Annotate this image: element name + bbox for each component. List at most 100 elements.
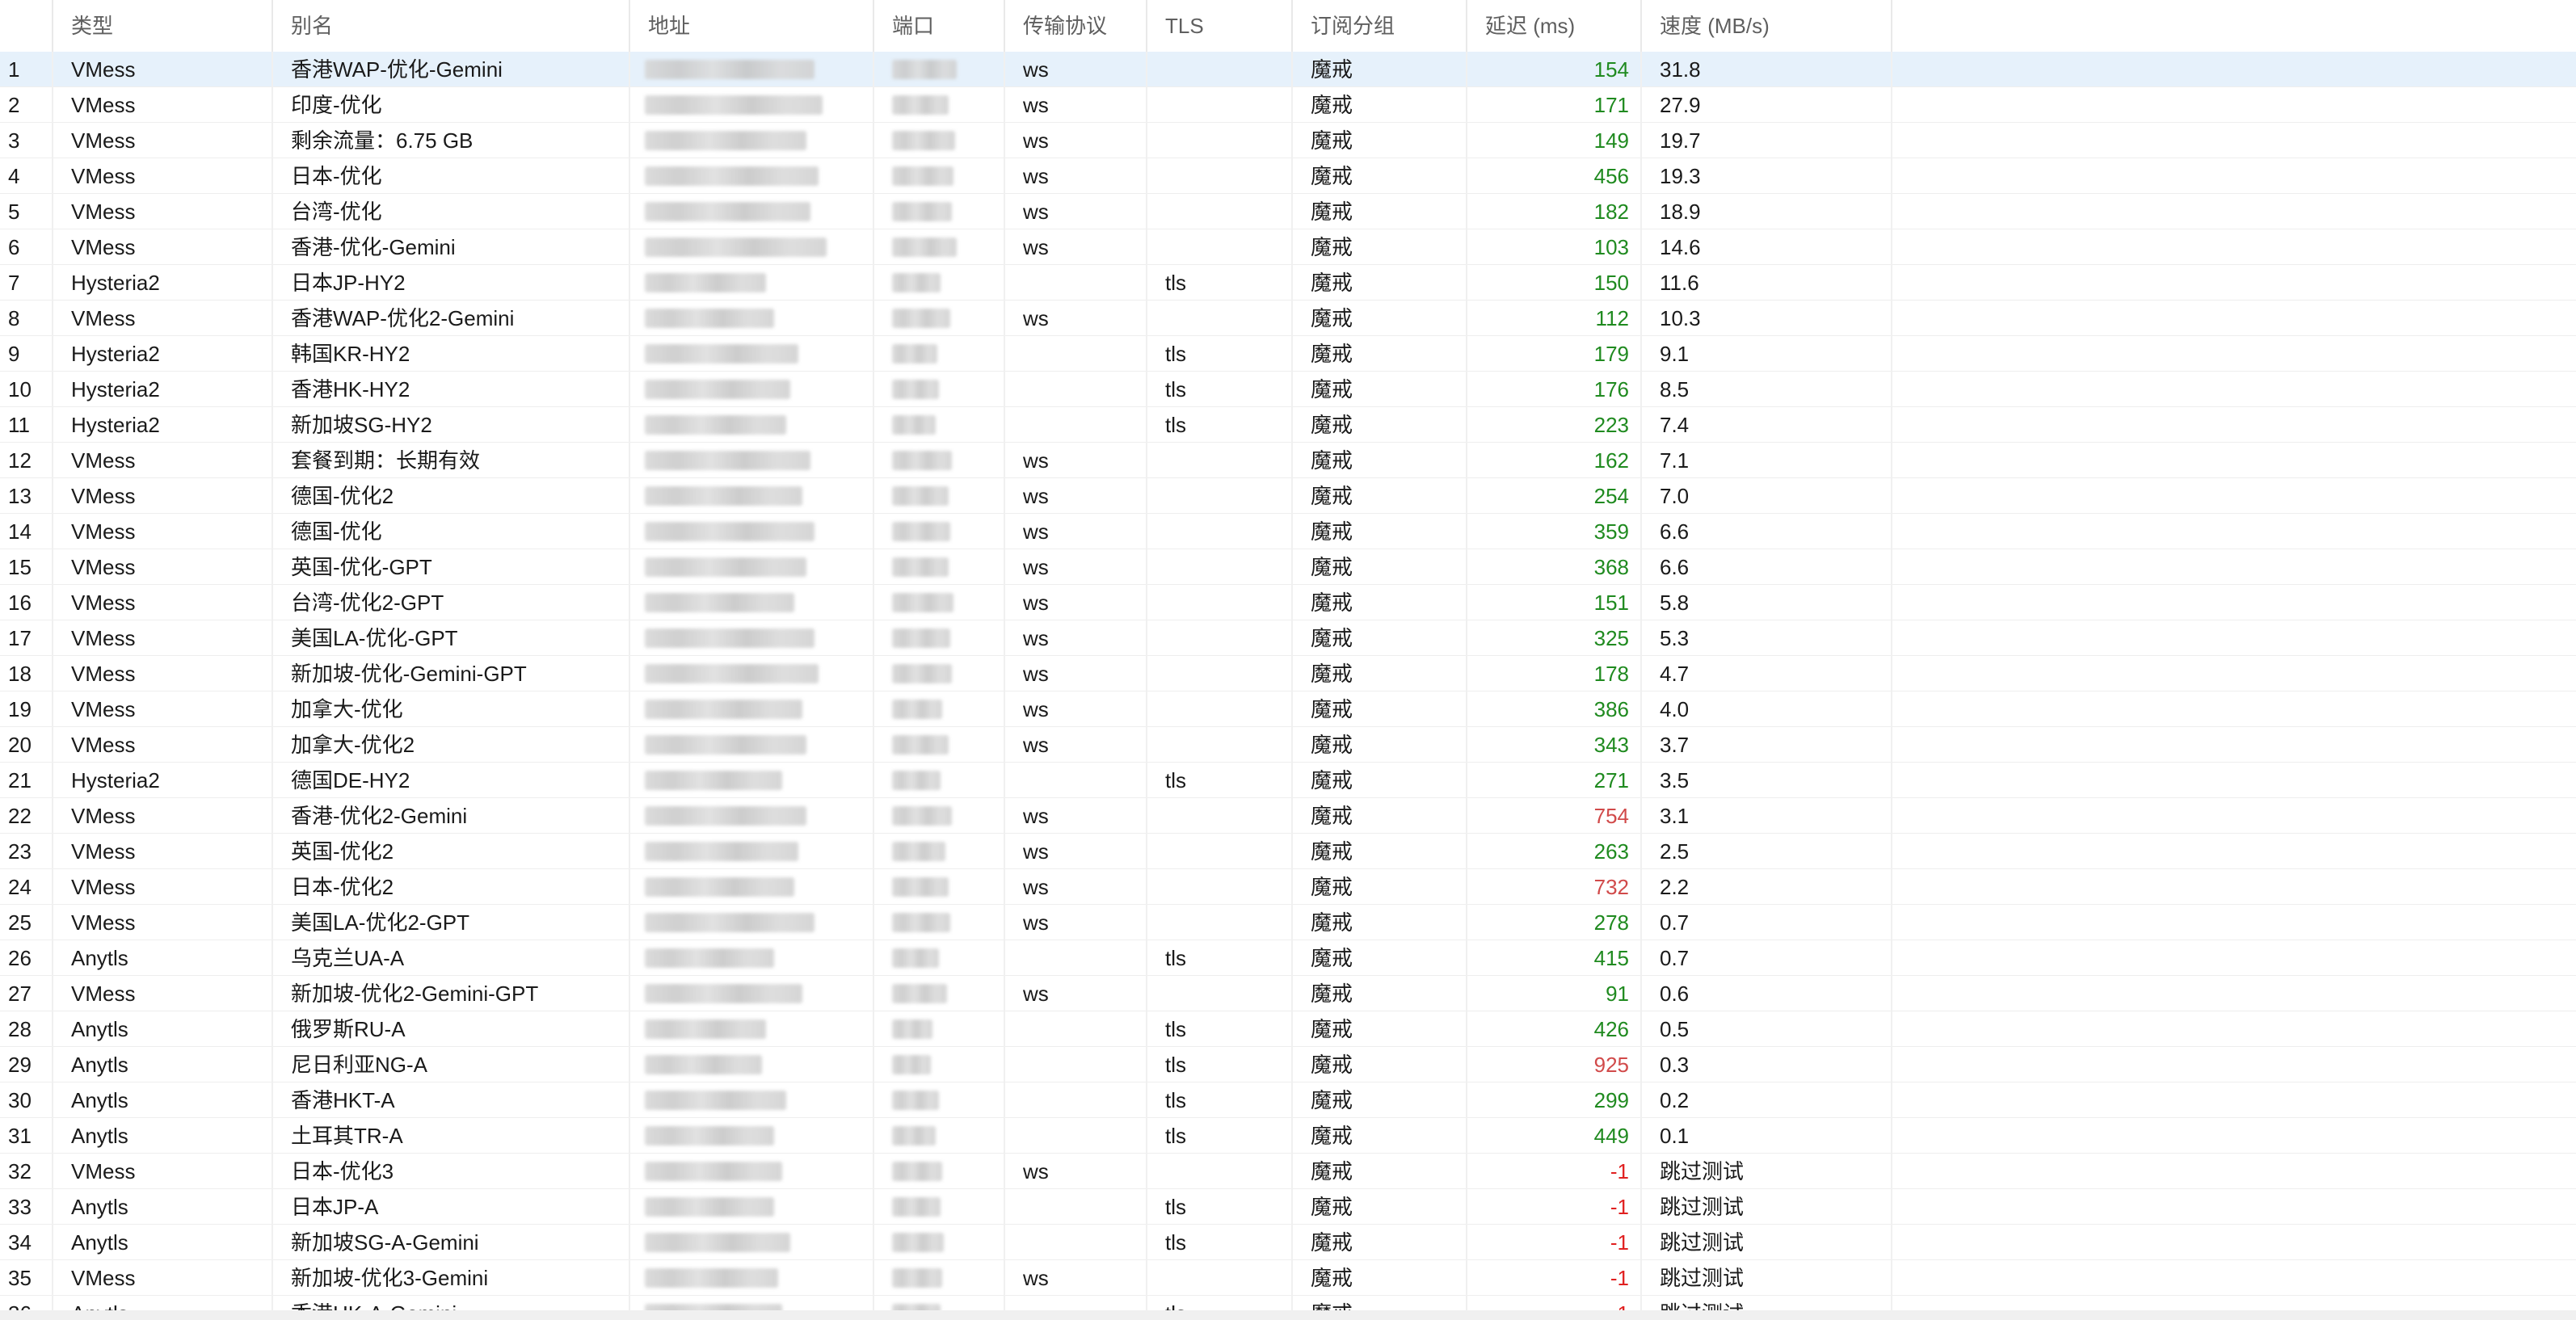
column-header-speed[interactable]: 速度 (MB/s) [1642,0,1892,52]
table-row[interactable]: 2 VMess 印度-优化 ws 魔戒 171 27.9 [0,87,2576,123]
cell-index: 9 [0,336,53,372]
redacted-port [892,628,950,648]
table-row[interactable]: 14 VMess 德国-优化 ws 魔戒 359 6.6 [0,514,2576,549]
table-row[interactable]: 31 Anytls 土耳其TR-A tls 魔戒 449 0.1 [0,1118,2576,1154]
cell-address [630,87,874,123]
cell-latency: 112 [1467,301,1642,336]
redacted-address [645,984,802,1003]
cell-type: VMess [53,1154,273,1189]
cell-speed: 4.0 [1642,692,1892,727]
column-header-type[interactable]: 类型 [53,0,273,52]
redacted-port [892,522,950,541]
cell-tls [1147,443,1293,478]
cell-speed: 9.1 [1642,336,1892,372]
cell-index: 21 [0,763,53,798]
cell-latency: 343 [1467,727,1642,763]
row-filler [1892,727,2576,763]
table-row[interactable]: 18 VMess 新加坡-优化-Gemini-GPT ws 魔戒 178 4.7 [0,656,2576,692]
table-row[interactable]: 28 Anytls 俄罗斯RU-A tls 魔戒 426 0.5 [0,1011,2576,1047]
cell-alias: 日本JP-HY2 [273,265,630,301]
cell-alias: 美国LA-优化-GPT [273,620,630,656]
table-row[interactable]: 19 VMess 加拿大-优化 ws 魔戒 386 4.0 [0,692,2576,727]
cell-index: 1 [0,52,53,87]
redacted-port [892,771,941,790]
cell-type: VMess [53,798,273,834]
table-row[interactable]: 25 VMess 美国LA-优化2-GPT ws 魔戒 278 0.7 [0,905,2576,940]
column-header-tls[interactable]: TLS [1147,0,1293,52]
row-filler [1892,1189,2576,1225]
cell-speed: 6.6 [1642,514,1892,549]
table-row[interactable]: 22 VMess 香港-优化2-Gemini ws 魔戒 754 3.1 [0,798,2576,834]
horizontal-scrollbar[interactable] [0,1310,2576,1320]
column-header-alias[interactable]: 别名 [273,0,630,52]
cell-tls: tls [1147,1225,1293,1260]
table-row[interactable]: 27 VMess 新加坡-优化2-Gemini-GPT ws 魔戒 91 0.6 [0,976,2576,1011]
table-row[interactable]: 3 VMess 剩余流量：6.75 GB ws 魔戒 149 19.7 [0,123,2576,158]
table-row[interactable]: 4 VMess 日本-优化 ws 魔戒 456 19.3 [0,158,2576,194]
cell-alias: 新加坡-优化2-Gemini-GPT [273,976,630,1011]
cell-type: Hysteria2 [53,763,273,798]
table-row[interactable]: 34 Anytls 新加坡SG-A-Gemini tls 魔戒 -1 跳过测试 [0,1225,2576,1260]
table-row[interactable]: 30 Anytls 香港HKT-A tls 魔戒 299 0.2 [0,1082,2576,1118]
cell-port [874,1118,1005,1154]
redacted-address [645,1126,774,1146]
row-filler [1892,229,2576,265]
cell-latency: -1 [1467,1225,1642,1260]
row-filler [1892,407,2576,443]
table-row[interactable]: 5 VMess 台湾-优化 ws 魔戒 182 18.9 [0,194,2576,229]
table-row[interactable]: 11 Hysteria2 新加坡SG-HY2 tls 魔戒 223 7.4 [0,407,2576,443]
cell-latency: 254 [1467,478,1642,514]
cell-type: VMess [53,478,273,514]
cell-latency: 171 [1467,87,1642,123]
table-row[interactable]: 17 VMess 美国LA-优化-GPT ws 魔戒 325 5.3 [0,620,2576,656]
table-row[interactable]: 7 Hysteria2 日本JP-HY2 tls 魔戒 150 11.6 [0,265,2576,301]
column-header-transport[interactable]: 传输协议 [1005,0,1147,52]
column-header-index[interactable] [0,0,53,52]
table-row[interactable]: 8 VMess 香港WAP-优化2-Gemini ws 魔戒 112 10.3 [0,301,2576,336]
cell-address [630,585,874,620]
cell-port [874,336,1005,372]
cell-tls [1147,692,1293,727]
table-row[interactable]: 32 VMess 日本-优化3 ws 魔戒 -1 跳过测试 [0,1154,2576,1189]
cell-transport [1005,1011,1147,1047]
cell-type: VMess [53,158,273,194]
table-row[interactable]: 26 Anytls 乌克兰UA-A tls 魔戒 415 0.7 [0,940,2576,976]
cell-type: VMess [53,123,273,158]
table-row[interactable]: 13 VMess 德国-优化2 ws 魔戒 254 7.0 [0,478,2576,514]
column-header-port[interactable]: 端口 [874,0,1005,52]
redacted-address [645,202,810,221]
table-row[interactable]: 6 VMess 香港-优化-Gemini ws 魔戒 103 14.6 [0,229,2576,265]
column-header-group[interactable]: 订阅分组 [1293,0,1467,52]
table-row[interactable]: 33 Anytls 日本JP-A tls 魔戒 -1 跳过测试 [0,1189,2576,1225]
table-row[interactable]: 35 VMess 新加坡-优化3-Gemini ws 魔戒 -1 跳过测试 [0,1260,2576,1296]
table-row[interactable]: 24 VMess 日本-优化2 ws 魔戒 732 2.2 [0,869,2576,905]
cell-latency: 91 [1467,976,1642,1011]
cell-tls [1147,123,1293,158]
row-filler [1892,372,2576,407]
table-row[interactable]: 12 VMess 套餐到期：长期有效 ws 魔戒 162 7.1 [0,443,2576,478]
table-row[interactable]: 9 Hysteria2 韩国KR-HY2 tls 魔戒 179 9.1 [0,336,2576,372]
cell-index: 24 [0,869,53,905]
table-row[interactable]: 20 VMess 加拿大-优化2 ws 魔戒 343 3.7 [0,727,2576,763]
table-row[interactable]: 1 VMess 香港WAP-优化-Gemini ws 魔戒 154 31.8 [0,52,2576,87]
redacted-address [645,1197,774,1217]
table-row[interactable]: 21 Hysteria2 德国DE-HY2 tls 魔戒 271 3.5 [0,763,2576,798]
server-list-grid[interactable]: 类型 别名 地址 端口 传输协议 TLS 订阅分组 延迟 (ms) 速度 (MB/s) 1 VMe… [0,0,2576,1320]
table-row[interactable]: 10 Hysteria2 香港HK-HY2 tls 魔戒 176 8.5 [0,372,2576,407]
table-row[interactable]: 15 VMess 英国-优化-GPT ws 魔戒 368 6.6 [0,549,2576,585]
column-header-latency[interactable]: 延迟 (ms) [1467,0,1642,52]
cell-latency: 368 [1467,549,1642,585]
cell-transport: ws [1005,301,1147,336]
cell-address [630,336,874,372]
table-row[interactable]: 16 VMess 台湾-优化2-GPT ws 魔戒 151 5.8 [0,585,2576,620]
table-row[interactable]: 29 Anytls 尼日利亚NG-A tls 魔戒 925 0.3 [0,1047,2576,1082]
cell-speed: 0.5 [1642,1011,1892,1047]
column-header-address[interactable]: 地址 [630,0,874,52]
row-filler [1892,940,2576,976]
cell-index: 26 [0,940,53,976]
cell-tls [1147,834,1293,869]
cell-alias: 印度-优化 [273,87,630,123]
table-row[interactable]: 23 VMess 英国-优化2 ws 魔戒 263 2.5 [0,834,2576,869]
cell-speed: 0.2 [1642,1082,1892,1118]
cell-tls [1147,87,1293,123]
